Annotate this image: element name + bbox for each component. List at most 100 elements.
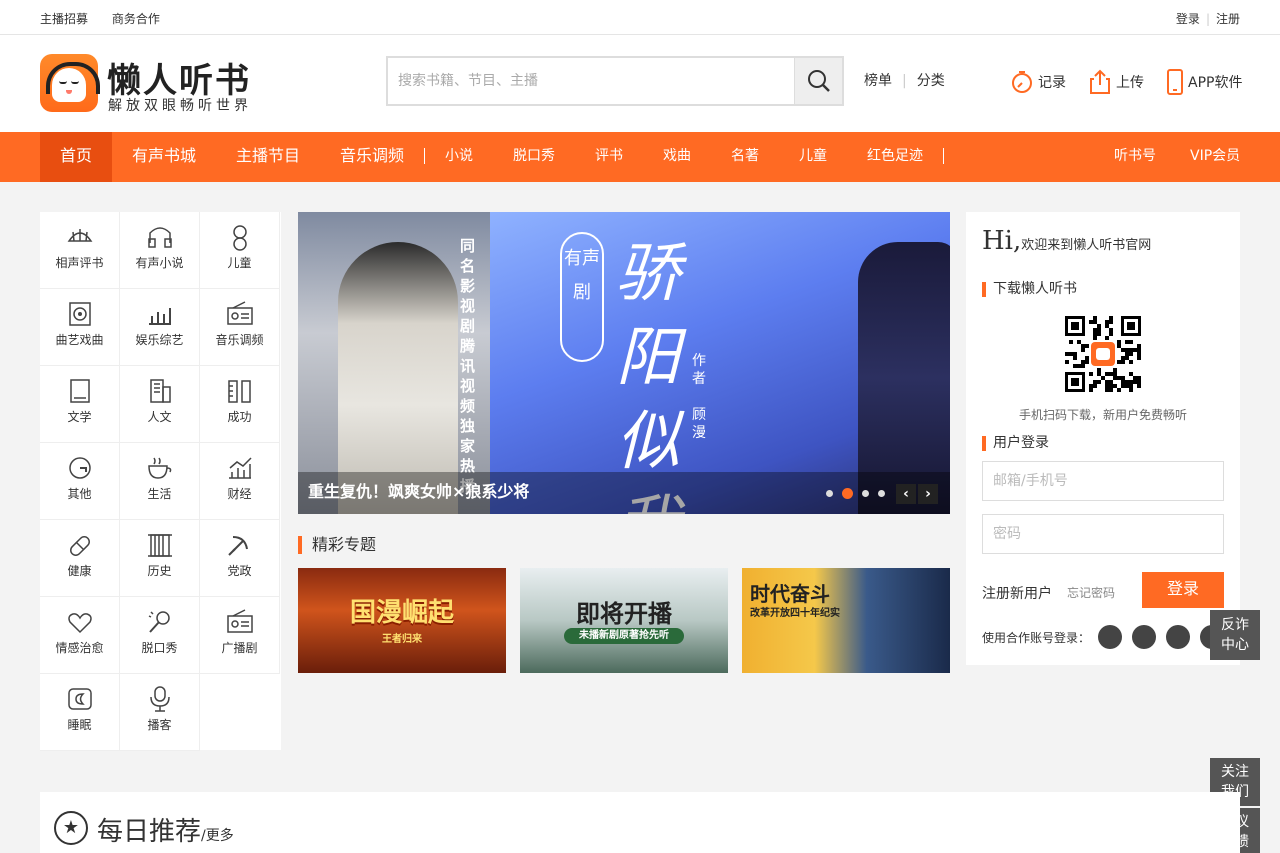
search-input[interactable] [388, 58, 788, 104]
category-label: 睡眠 [67, 718, 92, 732]
nav-music-fm[interactable]: 音乐调频 [340, 132, 404, 182]
carousel-dot[interactable] [862, 490, 869, 497]
more-link[interactable]: /更多 [201, 828, 234, 844]
topic-card[interactable]: 时代奋斗 改革开放四十年纪实 [742, 568, 950, 673]
social-login [1098, 625, 1214, 649]
category-link[interactable]: 分类 [917, 73, 945, 89]
register-link[interactable]: 注册新用户 [982, 583, 1052, 603]
daily-recommend-section: ★ 每日推荐/更多 [40, 792, 1240, 853]
anchor-recruit-link[interactable]: 主播招募 [40, 12, 88, 26]
carousel-dot[interactable] [826, 490, 833, 497]
category-item[interactable]: 有声小说 [120, 212, 200, 289]
app-button[interactable]: APP软件 [1166, 69, 1242, 95]
anti-fraud-line2: 中心 [1221, 637, 1249, 653]
category-item[interactable]: 文学 [40, 366, 120, 443]
category-item[interactable]: 播客 [120, 674, 200, 751]
category-item[interactable]: 党政 [200, 520, 280, 597]
qr-code [1065, 316, 1141, 392]
category-label: 生活 [147, 487, 172, 501]
category-item[interactable]: 睡眠 [40, 674, 120, 751]
upload-label: 上传 [1116, 75, 1144, 91]
banner-caption[interactable]: 重生复仇！飒爽女帅×狼系少将 [308, 478, 529, 502]
topic-card[interactable]: 即将开播 未播新剧原著抢先听 [520, 568, 728, 673]
nav-vip[interactable]: VIP会员 [1190, 132, 1240, 182]
search-box [386, 56, 844, 106]
wechat-icon[interactable] [1098, 625, 1122, 649]
nav-red-footprint[interactable]: 红色足迹 [867, 132, 923, 182]
category-item[interactable]: 相声评书 [40, 212, 120, 289]
search-button[interactable] [794, 58, 842, 104]
upload-button[interactable]: 上传 [1088, 69, 1144, 95]
forgot-password-link[interactable]: 忘记密码 [1067, 584, 1115, 601]
category-item[interactable]: 历史 [120, 520, 200, 597]
nav-talkshow[interactable]: 脱口秀 [513, 132, 555, 182]
book-icon [69, 379, 90, 403]
prev-arrow-icon[interactable]: ‹ [896, 484, 916, 504]
topic-card[interactable]: 国漫崛起 王者归来 [298, 568, 506, 673]
anti-fraud-line1: 反诈 [1221, 617, 1249, 633]
logo-icon[interactable] [40, 54, 100, 112]
account-field[interactable] [982, 461, 1224, 501]
anti-fraud-button[interactable]: 反诈 中心 [1210, 610, 1260, 660]
user-login-title: 用户登录 [982, 436, 1049, 451]
banner-author: 作者 顾漫 [692, 352, 710, 442]
topic-title: 时代奋斗 [750, 582, 830, 606]
category-label: 曲艺戏曲 [55, 333, 104, 347]
star-icon: ★ [54, 811, 88, 845]
category-item[interactable]: 音乐调频 [200, 289, 280, 366]
category-label: 相声评书 [55, 256, 104, 270]
category-item[interactable]: 儿童 [200, 212, 280, 289]
carousel-dot[interactable] [878, 490, 885, 497]
nav-home[interactable]: 首页 [40, 132, 112, 182]
category-item[interactable]: 生活 [120, 443, 200, 520]
history-button[interactable]: 记录 [1010, 69, 1066, 95]
circle-g-icon [68, 457, 91, 479]
weibo-icon[interactable] [1132, 625, 1156, 649]
top-register-link[interactable]: 注册 [1216, 12, 1240, 26]
author-name: 顾漫 [692, 407, 706, 441]
download-title: 下载懒人听书 [982, 282, 1077, 297]
rank-link[interactable]: 榜单 [864, 73, 892, 89]
header-actions: 记录 上传 APP软件 [1010, 69, 1242, 95]
nav-book-number[interactable]: 听书号 [1114, 132, 1156, 182]
building-icon [149, 379, 171, 403]
top-bar: 主播招募 商务合作 登录 | 注册 [0, 0, 1280, 35]
category-item[interactable]: 人文 [120, 366, 200, 443]
coop-login-label: 使用合作账号登录： [982, 631, 1091, 645]
business-link[interactable]: 商务合作 [112, 12, 160, 26]
category-item[interactable]: 财经 [200, 443, 280, 520]
category-item[interactable]: 情感治愈 [40, 597, 120, 674]
top-login-link[interactable]: 登录 [1176, 12, 1200, 26]
login-button[interactable]: 登录 [1142, 572, 1224, 608]
category-label: 情感治愈 [55, 641, 104, 655]
nav-opera[interactable]: 戏曲 [663, 132, 691, 182]
hero-carousel[interactable]: 同名影视剧腾讯视频独家热播 有声剧 骄阳似我 作者顾漫 重生复仇！飒爽女帅×狼系… [298, 212, 950, 514]
category-item[interactable]: 曲艺戏曲 [40, 289, 120, 366]
category-item[interactable]: 脱口秀 [120, 597, 200, 674]
hammer-sickle-icon [227, 536, 248, 556]
topic-subtitle: 未播新剧原著抢先听 [564, 628, 684, 644]
carousel-arrows: ‹ › [896, 484, 938, 504]
password-field[interactable] [982, 514, 1224, 554]
nav-children[interactable]: 儿童 [799, 132, 827, 182]
category-label: 人文 [147, 410, 172, 424]
nav-anchor-programs[interactable]: 主播节目 [236, 132, 300, 182]
category-label: 脱口秀 [141, 641, 178, 655]
radio-icon [226, 609, 253, 633]
qq-icon[interactable] [1166, 625, 1190, 649]
category-item[interactable]: 广播剧 [200, 597, 280, 674]
nav-audiobooks[interactable]: 有声书城 [132, 132, 196, 182]
next-arrow-icon[interactable]: › [918, 484, 938, 504]
category-item[interactable]: 其他 [40, 443, 120, 520]
carousel-dots [826, 488, 885, 499]
nav-novel[interactable]: 小说 [445, 132, 473, 182]
category-item[interactable]: 娱乐综艺 [120, 289, 200, 366]
author-label: 作者 [692, 353, 706, 387]
carousel-dot[interactable] [842, 488, 853, 499]
nav-classics[interactable]: 名著 [731, 132, 759, 182]
nav-storytelling[interactable]: 评书 [595, 132, 623, 182]
category-label: 成功 [227, 410, 252, 424]
history-label: 记录 [1038, 75, 1066, 91]
category-item[interactable]: 成功 [200, 366, 280, 443]
category-item[interactable]: 健康 [40, 520, 120, 597]
